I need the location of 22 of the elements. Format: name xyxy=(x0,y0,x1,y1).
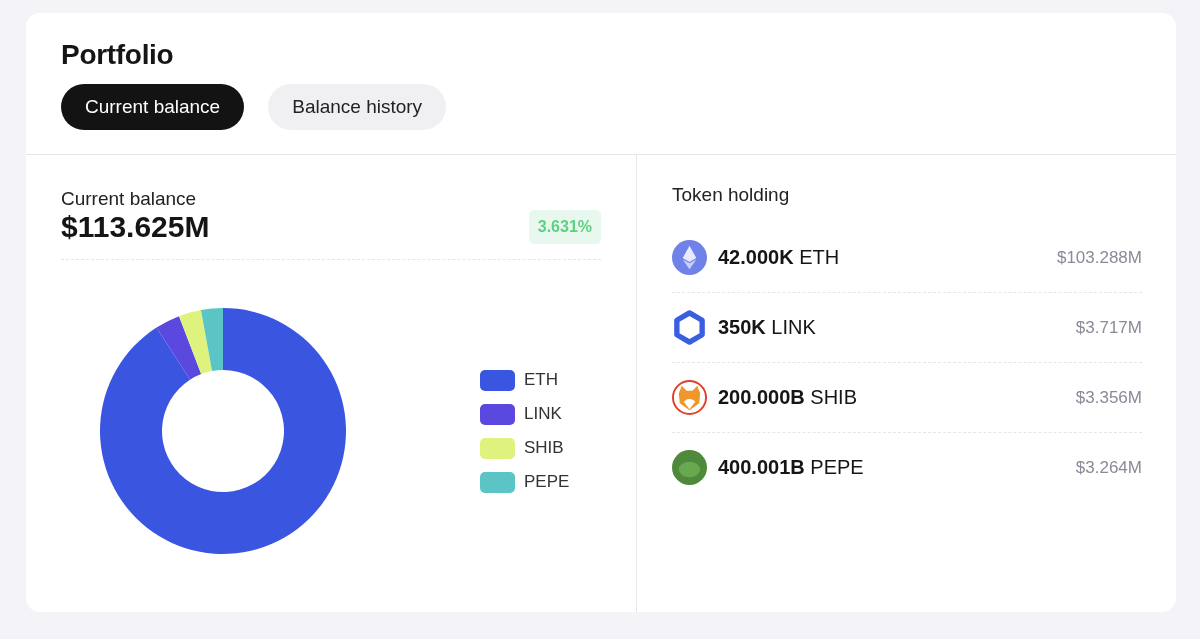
legend-label: SHIB xyxy=(524,438,564,458)
token-amount: 200.000B SHIB xyxy=(718,386,857,409)
token-amount: 400.001B PEPE xyxy=(718,456,864,479)
token-value: $3.356M xyxy=(1075,387,1142,408)
balance-label: Current balance xyxy=(61,188,198,210)
token-value: $3.264M xyxy=(1075,457,1142,478)
legend-label: LINK xyxy=(524,404,562,424)
tab[interactable]: Balance history xyxy=(268,84,447,130)
balance-value: $113.625M xyxy=(61,210,210,244)
section-title: Token holding xyxy=(672,184,791,206)
token-amount: 350K LINK xyxy=(718,316,816,339)
legend-label: PEPE xyxy=(524,472,570,492)
change-badge: 3.631% xyxy=(528,210,601,244)
tab[interactable]: Current balance xyxy=(61,84,245,130)
token-value: $103.288M xyxy=(1056,247,1142,268)
hexagon-icon xyxy=(672,310,707,345)
token-value: $3.717M xyxy=(1075,317,1142,338)
ethereum-icon xyxy=(672,240,707,275)
legend-label: ETH xyxy=(524,370,558,390)
dog-coin-icon xyxy=(672,380,707,415)
token-amount: 42.000K ETH xyxy=(718,246,840,269)
card-title: Portfolio xyxy=(61,39,175,71)
